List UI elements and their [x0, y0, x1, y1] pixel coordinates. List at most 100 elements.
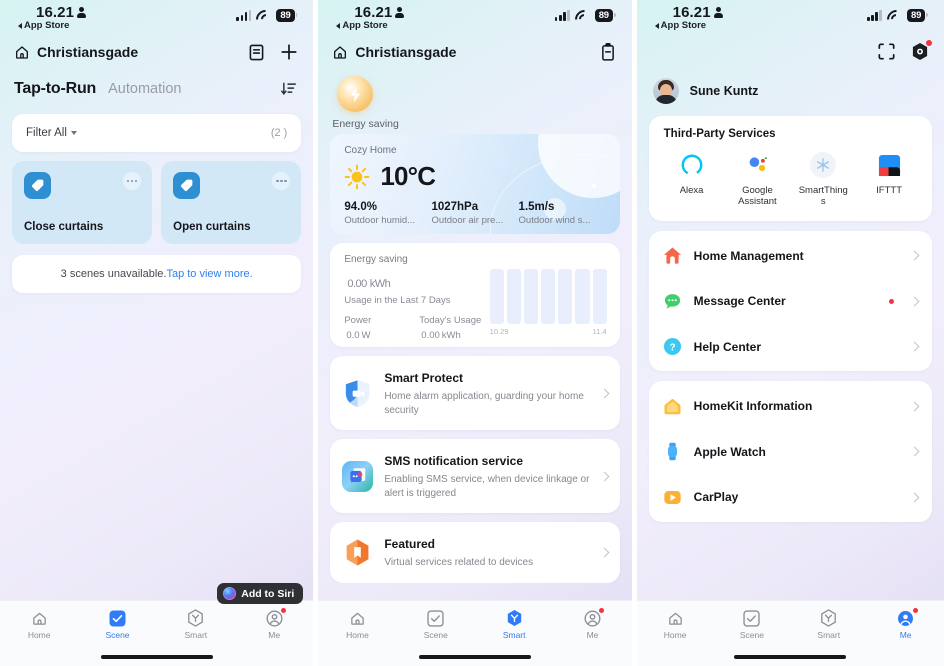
settings-shield-icon[interactable]	[910, 40, 933, 61]
tab-home[interactable]: Home	[0, 609, 78, 640]
home-indicator[interactable]	[734, 655, 847, 659]
service-card-sms-notification[interactable]: SMS notification service Enabling SMS se…	[330, 439, 620, 513]
tab-tap-to-run[interactable]: Tap-to-Run	[14, 80, 96, 98]
house-icon	[332, 44, 348, 60]
filter-dropdown[interactable]: Filter All	[26, 127, 77, 139]
more-dots-icon[interactable]	[272, 172, 291, 190]
tab-smart[interactable]: Smart	[157, 609, 235, 640]
three-phone-screenshots: 16.21 App Store 89 Christiansgade Tap-to…	[0, 0, 944, 666]
home-indicator-wrap-1	[0, 648, 314, 666]
home-icon	[666, 609, 684, 627]
menu-item-carplay[interactable]: CarPlay	[649, 474, 932, 520]
menu-label: Apple Watch	[693, 444, 766, 459]
metric-unit: kWh	[441, 330, 461, 341]
tab-me[interactable]: Me	[553, 608, 631, 640]
tab-scene[interactable]: Scene	[78, 609, 156, 640]
battery-cap	[613, 13, 616, 18]
tab-scene[interactable]: Scene	[397, 609, 475, 640]
tabbar-panel1: Home Scene Smart Me	[0, 600, 314, 648]
chevron-right-icon	[909, 492, 920, 502]
weather-card[interactable]: Cozy Home 10°C 94.0% Outdoor humid... 10…	[330, 134, 620, 234]
list-icon[interactable]	[246, 42, 266, 62]
wifi-icon	[575, 10, 590, 21]
chevron-right-icon	[909, 296, 920, 306]
menu-item-help-center[interactable]: ? Help Center	[649, 324, 932, 370]
chevron-right-icon	[909, 401, 920, 411]
scene-card-close-curtains[interactable]: Close curtains	[12, 161, 153, 244]
chart-axis: 10.29 11.4	[490, 327, 607, 336]
tab-me-label: Me	[899, 630, 912, 640]
tab-me[interactable]: Me	[867, 608, 944, 640]
more-dots-icon[interactable]	[123, 172, 142, 190]
tab-home[interactable]: Home	[637, 609, 714, 640]
unread-badge-dot	[889, 298, 895, 304]
tab-home[interactable]: Home	[318, 609, 396, 640]
filter-bar[interactable]: Filter All (2 )	[12, 114, 302, 152]
tag-icon	[173, 172, 201, 199]
home-indicator[interactable]	[418, 655, 531, 659]
tab-automation[interactable]: Automation	[108, 81, 181, 97]
add-to-siri-button[interactable]: Add to Siri	[217, 583, 304, 604]
service-title: Smart Protect	[384, 371, 464, 385]
tab-smart-label: Smart	[817, 630, 841, 640]
scene-name: Open curtains	[173, 221, 251, 233]
me-person-icon	[583, 608, 605, 627]
menu-item-apple-watch[interactable]: Apple Watch	[649, 429, 932, 475]
service-card-smart-protect[interactable]: Smart Protect Home alarm application, gu…	[330, 356, 620, 430]
service-card-featured[interactable]: Featured Virtual services related to dev…	[330, 522, 620, 583]
filter-count: (2 )	[270, 127, 288, 139]
weather-stats: 94.0% Outdoor humid... 1027hPa Outdoor a…	[344, 201, 605, 226]
back-to-app-store[interactable]: App Store	[14, 20, 134, 31]
third-party-google-assistant[interactable]: Google Assistant	[725, 152, 791, 208]
smart-nav-actions	[598, 42, 618, 62]
home-name: Christiansgade	[37, 44, 139, 60]
user-avatar[interactable]	[652, 78, 679, 104]
plus-icon[interactable]	[279, 42, 299, 62]
stat-value: 1.5m/s	[518, 201, 555, 213]
third-party-smartthings[interactable]: SmartThings	[790, 152, 856, 208]
third-party-ifttt[interactable]: IFTTT	[856, 152, 922, 208]
energy-saving-label: Energy saving	[332, 118, 399, 130]
tab-smart[interactable]: Smart	[790, 609, 867, 640]
home-selector[interactable]: Christiansgade	[14, 44, 138, 60]
tab-scene-label: Scene	[423, 630, 448, 640]
clipboard-icon[interactable]	[598, 42, 618, 62]
back-triangle-icon	[18, 22, 22, 29]
menu-item-homekit-information[interactable]: HomeKit Information	[649, 383, 932, 429]
tab-me-label: Me	[268, 630, 281, 640]
home-indicator[interactable]	[100, 655, 213, 659]
profile-row[interactable]: Sune Kuntz	[637, 68, 944, 116]
phone-screen-smart: 16.21 App Store 89 Christiansgade Energy…	[318, 0, 632, 666]
tab-me[interactable]: Me	[235, 608, 313, 640]
sun-icon	[344, 164, 370, 190]
carplay-icon	[663, 488, 682, 507]
google-assistant-icon	[744, 152, 770, 178]
question-circle-icon: ?	[663, 337, 682, 356]
status-bar: 16.21 App Store 89	[318, 0, 631, 34]
home-filled-icon	[663, 246, 682, 265]
tab-smart[interactable]: Smart	[475, 609, 553, 640]
battery-cap	[926, 13, 929, 18]
tab-scene[interactable]: Scene	[714, 609, 791, 640]
back-to-app-store[interactable]: App Store	[651, 20, 771, 31]
energy-saving-shortcut[interactable]: Energy saving	[330, 70, 619, 134]
metric-label: Today's Usage	[419, 315, 482, 326]
ifttt-icon	[876, 152, 902, 178]
home-selector[interactable]: Christiansgade	[332, 44, 456, 60]
menu-item-home-management[interactable]: Home Management	[649, 233, 932, 279]
sort-icon[interactable]	[279, 79, 299, 99]
smart-hex-icon	[505, 609, 523, 627]
scene-card-open-curtains[interactable]: Open curtains	[161, 161, 302, 244]
settings-badge-dot	[926, 40, 933, 46]
energy-usage-card[interactable]: Energy saving 0.00 kWh Usage in the Last …	[330, 243, 620, 347]
menu-item-message-center[interactable]: Message Center	[649, 278, 932, 324]
back-to-app-store[interactable]: App Store	[332, 20, 452, 31]
featured-icon	[342, 537, 373, 568]
smart-spacer	[318, 583, 631, 601]
scene-check-icon	[427, 609, 445, 627]
scan-icon[interactable]	[876, 41, 896, 61]
energy-metric-power: Power 0.0 W	[344, 315, 371, 341]
tap-to-view-more-link[interactable]: Tap to view more.	[166, 268, 252, 280]
axis-start: 10.29	[489, 327, 509, 336]
third-party-alexa[interactable]: Alexa	[659, 152, 725, 208]
